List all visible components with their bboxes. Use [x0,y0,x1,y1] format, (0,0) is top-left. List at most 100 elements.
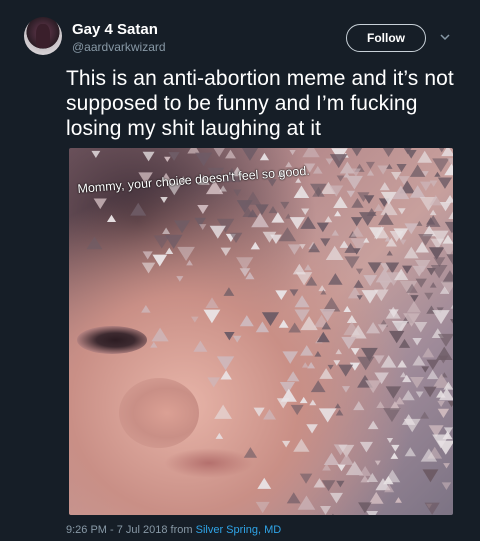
shatter-fragment [404,447,416,457]
shatter-fragment [333,196,348,209]
tweet-metadata: 9:26 PM - 7 Jul 2018 from Silver Spring,… [66,524,281,536]
shatter-fragment [304,264,312,271]
shatter-fragment [426,359,440,370]
shatter-fragment [91,150,101,159]
shatter-fragment [314,351,322,357]
shatter-fragment [142,151,155,162]
location-link[interactable]: Silver Spring, MD [196,524,282,536]
shatter-fragment [335,348,342,355]
shatter-fragment [441,482,452,490]
shatter-fragment [421,366,430,373]
shatter-fragment [215,432,224,439]
shatter-fragment [165,247,174,255]
shatter-fragment [225,149,236,159]
shatter-fragment [373,355,385,365]
shatter-fragment [316,331,330,343]
shatter-fragment [310,380,326,393]
shatter-fragment [374,203,384,211]
shatter-fragment [339,161,355,174]
shatter-fragment [432,158,450,173]
shatter-fragment [168,152,180,161]
shatter-fragment [142,251,153,260]
user-handle[interactable]: @aardvarkwizard [72,40,166,54]
shatter-fragment [289,150,296,156]
shatter-fragment [365,321,381,334]
shatter-fragment [255,204,269,216]
shatter-fragment [331,229,339,236]
shatter-fragment [390,452,399,459]
shatter-fragment [412,265,426,277]
shatter-fragment [422,347,435,358]
shatter-fragment [359,212,377,226]
shatter-fragment [164,156,171,162]
shatter-fragment [278,319,289,328]
shatter-fragment [353,279,364,288]
shatter-fragment [329,492,344,504]
shatter-fragment [382,148,395,158]
shatter-fragment [152,254,168,267]
shatter-fragment [445,195,453,203]
more-menu-button[interactable] [438,30,452,44]
shatter-fragment [346,314,357,324]
shatter-fragment [334,210,342,217]
tweet-image[interactable]: Mommy, your choice doesn't feel so good. [69,148,453,515]
shatter-fragment [162,227,171,234]
shatter-fragment [378,280,392,291]
shatter-fragment [253,407,265,417]
shatter-fragment [414,322,428,333]
shatter-fragment [399,239,407,245]
shatter-fragment [106,214,117,222]
shatter-fragment [367,262,382,274]
shatter-fragment [174,220,191,234]
shatter-fragment [398,338,411,348]
shatter-fragment [299,396,308,404]
shatter-fragment [297,495,316,510]
shatter-fragment [220,247,232,257]
shatter-fragment [339,240,349,248]
avatar[interactable] [24,17,62,55]
shatter-fragment [307,362,316,369]
shatter-fragment [287,244,302,255]
shatter-fragment [312,165,323,174]
shatter-fragment [366,169,375,176]
shatter-fragment [233,189,242,197]
shatter-fragment [191,316,199,323]
shatter-fragment [286,492,301,504]
follow-button[interactable]: Follow [346,24,426,52]
chevron-down-icon [440,34,450,41]
shatter-fragment [318,285,326,292]
shatter-fragment [429,282,437,288]
shatter-fragment [397,359,407,368]
disintegration-effect [86,148,453,515]
shatter-fragment [388,330,405,344]
shatter-fragment [259,152,270,161]
shatter-fragment [396,164,407,173]
shatter-fragment [301,362,309,368]
shatter-fragment [448,211,453,219]
shatter-fragment [415,391,424,398]
shatter-fragment [232,335,242,343]
shatter-fragment [345,175,363,190]
shatter-fragment [450,318,453,324]
shatter-fragment [350,348,360,356]
shatter-fragment [417,150,433,163]
shatter-fragment [432,310,450,325]
shatter-fragment [437,400,445,407]
shatter-fragment [199,224,207,230]
display-name[interactable]: Gay 4 Satan [72,21,158,38]
shatter-fragment [288,322,301,333]
shatter-fragment [377,165,389,175]
shatter-fragment [268,205,278,214]
shatter-fragment [213,148,225,158]
shatter-fragment [346,190,356,198]
shatter-fragment [203,309,221,324]
shatter-fragment [339,453,354,465]
shatter-fragment [355,268,364,275]
shatter-fragment [261,312,280,326]
shatter-fragment [450,304,453,309]
shatter-fragment [164,234,183,249]
timestamp[interactable]: 9:26 PM - 7 Jul 2018 from [66,524,193,536]
shatter-fragment [343,305,352,312]
shatter-fragment [418,234,433,246]
shatter-fragment [177,246,195,262]
